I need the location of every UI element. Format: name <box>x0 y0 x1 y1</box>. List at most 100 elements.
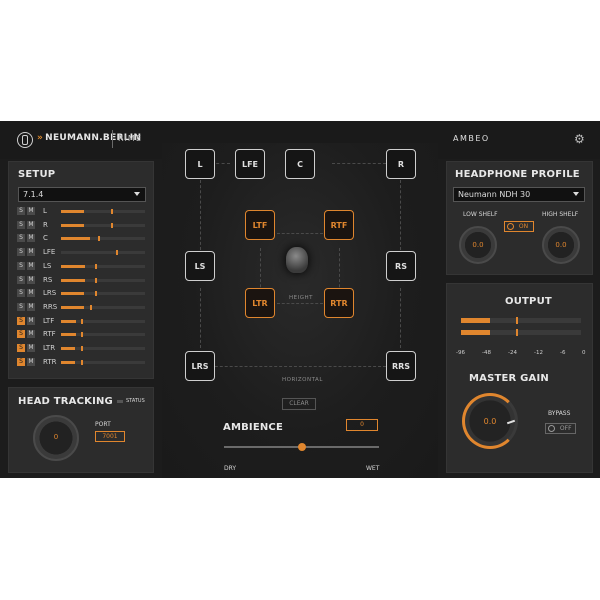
shelf-on-toggle[interactable]: ON <box>504 221 534 232</box>
channel-level-slider[interactable] <box>61 236 145 242</box>
ambience-title: AMBIENCE <box>223 422 284 433</box>
mute-button[interactable]: M <box>27 302 35 311</box>
headphone-model-select[interactable]: Neumann NDH 30 <box>453 187 585 202</box>
channel-level-fill <box>61 360 76 364</box>
power-icon <box>507 223 514 230</box>
output-meter <box>461 329 581 336</box>
solo-button[interactable]: S <box>17 234 25 243</box>
height-label: HEIGHT <box>289 295 313 301</box>
speaker-rs[interactable]: RS <box>386 251 416 281</box>
channel-row: SMC <box>17 233 145 244</box>
solo-button[interactable]: S <box>17 344 25 352</box>
solo-button[interactable]: S <box>17 207 25 215</box>
channel-level-slider[interactable] <box>61 250 145 256</box>
mute-button[interactable]: M <box>27 289 35 298</box>
mute-button[interactable]: M <box>27 344 35 352</box>
speaker-c[interactable]: C <box>285 149 315 179</box>
speaker-r[interactable]: R <box>386 149 416 179</box>
mute-button[interactable]: M <box>27 316 35 325</box>
headphone-profile-panel: HEADPHONE PROFILE Neumann NDH 30 LOW SHE… <box>446 161 593 275</box>
speaker-lrs[interactable]: LRS <box>185 351 215 381</box>
channel-level-slider[interactable] <box>61 263 145 269</box>
speaker-rtf[interactable]: RTF <box>324 210 354 240</box>
mute-button[interactable]: M <box>27 207 35 215</box>
head-tracking-knob-value: 0 <box>53 433 59 441</box>
channel-name: R <box>43 220 48 229</box>
setup-panel: SETUP 7.1.4 S M L S M R S M C S M LFE S M LS S M RS S M LRS S… <box>8 161 154 379</box>
gear-icon[interactable]: ⚙ <box>574 133 585 145</box>
output-panel: OUTPUT -96 -48 -24 -12 -6 0 MASTER GAIN 0.0 B… <box>446 283 593 473</box>
channel-name: RTR <box>43 357 57 366</box>
room-guide-line <box>200 180 201 250</box>
mute-button[interactable]: M <box>27 248 35 257</box>
channel-level-slider[interactable] <box>61 359 145 365</box>
mute-button[interactable]: M <box>27 275 35 284</box>
wet-label: WET <box>366 465 380 472</box>
mute-button[interactable]: M <box>27 357 35 366</box>
channel-level-fill <box>61 210 84 213</box>
channel-level-fill <box>61 319 77 323</box>
channel-level-fill <box>61 305 84 309</box>
status-label: STATUS <box>126 398 145 404</box>
solo-button[interactable]: S <box>17 357 25 366</box>
solo-button[interactable]: S <box>17 316 25 325</box>
channel-level-slider[interactable] <box>61 304 145 310</box>
room-guide-line <box>200 288 201 348</box>
output-scale: -96 -48 -24 -12 -6 0 <box>456 350 586 360</box>
output-scale-tick: -96 <box>456 350 465 356</box>
high-shelf-value: 0.0 <box>555 241 567 249</box>
ambience-value-field[interactable]: 0 <box>346 419 378 431</box>
channel-level-tick <box>81 332 84 338</box>
format-select[interactable]: 7.1.4 <box>18 187 146 202</box>
output-meter <box>461 317 581 324</box>
channel-level-slider[interactable] <box>61 277 145 283</box>
solo-button[interactable]: S <box>17 261 25 270</box>
channel-name: RS <box>43 275 53 284</box>
channel-level-slider[interactable] <box>61 332 145 338</box>
channel-level-slider[interactable] <box>61 318 145 324</box>
channel-level-slider[interactable] <box>61 346 145 351</box>
channel-level-tick <box>94 277 97 283</box>
channel-level-fill <box>61 333 77 337</box>
bypass-toggle[interactable]: OFF <box>545 423 576 434</box>
solo-button[interactable]: S <box>17 248 25 257</box>
master-gain-title: MASTER GAIN <box>469 373 549 384</box>
clear-button[interactable]: CLEAR <box>282 398 316 410</box>
mute-button[interactable]: M <box>27 234 35 243</box>
ambience-slider-thumb[interactable] <box>297 443 306 451</box>
output-meter-fill <box>461 330 490 335</box>
speaker-ltf[interactable]: LTF <box>245 210 275 240</box>
channel-row: S M RTR <box>17 357 145 368</box>
ambeo-logo: AMBEO <box>453 134 490 143</box>
port-label: PORT <box>95 421 111 428</box>
channel-name: L <box>43 207 47 215</box>
setup-title: SETUP <box>18 169 56 180</box>
speaker-rtr[interactable]: RTR <box>324 288 354 318</box>
channel-level-tick <box>89 304 92 310</box>
speaker-ltr[interactable]: LTR <box>245 288 275 318</box>
channel-name: LRS <box>43 289 57 298</box>
channel-level-slider[interactable] <box>61 209 145 214</box>
speaker-rrs[interactable]: RRS <box>386 351 416 381</box>
channel-level-tick <box>97 236 100 242</box>
speaker-ls[interactable]: LS <box>185 251 215 281</box>
solo-button[interactable]: S <box>17 330 25 339</box>
channel-row: S M RRS <box>17 302 145 313</box>
mute-button[interactable]: M <box>27 330 35 339</box>
solo-button[interactable]: S <box>17 289 25 298</box>
mute-button[interactable]: M <box>27 220 35 229</box>
room-guide-line <box>200 366 386 367</box>
solo-button[interactable]: S <box>17 275 25 284</box>
channel-row: SMR <box>17 220 145 231</box>
channel-level-slider[interactable] <box>61 222 145 228</box>
mute-button[interactable]: M <box>27 261 35 270</box>
ambience-slider[interactable] <box>224 443 379 451</box>
solo-button[interactable]: S <box>17 220 25 229</box>
speaker-lfe[interactable]: LFE <box>235 149 265 179</box>
speaker-l[interactable]: L <box>185 149 215 179</box>
power-icon <box>548 425 555 432</box>
low-shelf-value: 0.0 <box>472 241 484 249</box>
channel-level-slider[interactable] <box>61 291 145 297</box>
port-field[interactable]: 7001 <box>95 431 125 442</box>
solo-button[interactable]: S <box>17 302 25 311</box>
